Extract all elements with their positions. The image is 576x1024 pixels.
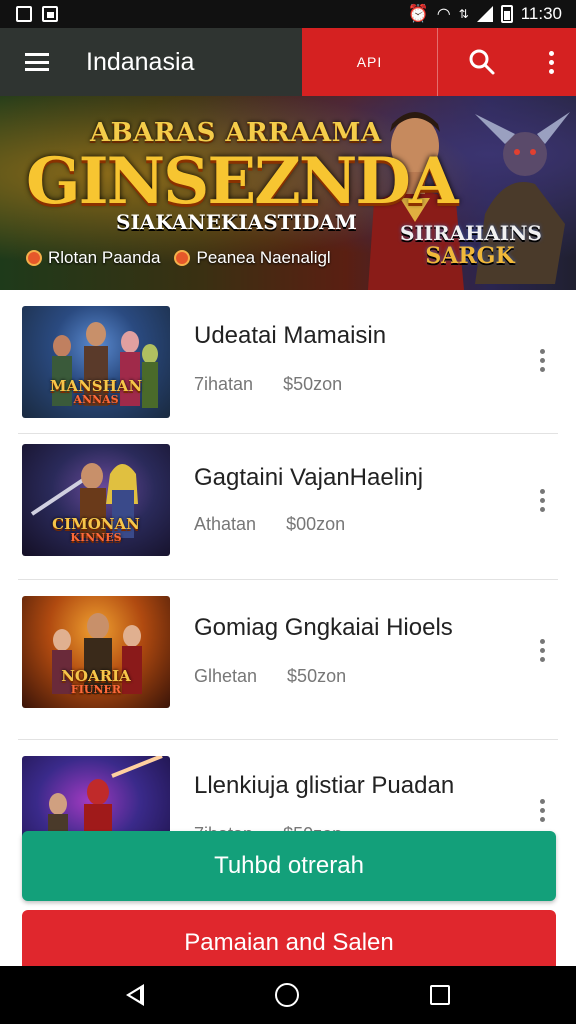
api-button[interactable]: API <box>302 28 438 96</box>
signal-icon <box>476 6 493 22</box>
more-vert-icon <box>539 638 545 662</box>
flame-icon <box>26 250 42 266</box>
list-item[interactable]: CIMONAN KINNES Gagtaini VajanHaelinj Atha… <box>0 434 576 580</box>
system-nav-bar <box>0 966 576 1024</box>
banner-main-title: GINSEZNDA <box>26 144 458 219</box>
game-meta: 7ihatan $50zon <box>194 374 342 395</box>
app-screen: ⏰ ◠ ⇅ 11:30 Indanasia API ABARAS ARRAAMA… <box>0 0 576 1024</box>
game-list: MANSHAN ANNAS Udeatai Mamaisin 7ihatan $5… <box>0 290 576 884</box>
promo-banner[interactable]: ABARAS ARRAAMA GINSEZNDA SIAKANEKIASTIDA… <box>0 96 576 290</box>
meta-time: 7ihatan <box>194 374 254 394</box>
banner-tag-label: Rlotan Paanda <box>48 248 161 267</box>
image-icon <box>42 6 58 22</box>
flame-icon <box>174 250 191 266</box>
status-time: 11:30 <box>520 4 562 23</box>
meta-price: $50zon <box>287 666 347 686</box>
recents-icon[interactable] <box>430 985 451 1005</box>
more-vert-icon <box>539 348 545 372</box>
banner-tag: Peanea Naenaligl <box>174 248 331 268</box>
game-meta: Glhetan $50zon <box>194 666 346 687</box>
item-more-button[interactable] <box>530 632 554 668</box>
back-icon[interactable] <box>125 984 144 1006</box>
banner-logo-line1: SIIRAHAINS <box>400 221 542 245</box>
banner-logo: SIIRAHAINS SARGK <box>400 221 542 269</box>
meta-price: $50zon <box>283 374 343 394</box>
hamburger-menu-icon <box>25 53 49 71</box>
meta-time: Glhetan <box>194 666 258 686</box>
app-title: Indanasia <box>86 47 195 76</box>
meta-price: $00zon <box>286 514 346 534</box>
app-bar-actions: API <box>302 28 576 96</box>
search-icon <box>469 49 495 75</box>
game-title: Udeatai Mamaisin <box>194 322 387 349</box>
game-title: Gagtaini VajanHaelinj <box>194 464 424 491</box>
battery-icon <box>500 5 513 23</box>
app-bar: Indanasia API <box>0 28 576 96</box>
list-item[interactable]: MANSHAN ANNAS Udeatai Mamaisin 7ihatan $5… <box>0 290 576 434</box>
game-title: Llenkiuja glistiar Puadan <box>194 772 455 799</box>
item-more-button[interactable] <box>530 342 554 378</box>
banner-tag: Rlotan Paanda <box>26 248 160 268</box>
item-more-button[interactable] <box>530 792 554 828</box>
more-options-button[interactable] <box>526 28 576 96</box>
game-thumbnail: NOARIA FIUNER <box>22 596 170 708</box>
search-button[interactable] <box>438 28 526 96</box>
data-icon: ⇅ <box>458 7 469 21</box>
banner-tag-label: Peanea Naenaligl <box>196 248 331 267</box>
notification-icon <box>16 6 32 22</box>
meta-time: Athatan <box>194 514 257 534</box>
thumbnail-caption: NOARIA FIUNER <box>61 666 131 697</box>
menu-button[interactable] <box>0 28 74 96</box>
game-thumbnail: MANSHAN ANNAS <box>22 306 170 418</box>
list-item[interactable]: NOARIA FIUNER Gomiag Gngkaiai Hioels Glhe… <box>0 580 576 740</box>
game-meta: Athatan $00zon <box>194 514 345 535</box>
primary-action-button[interactable]: Tuhbd otrerah <box>22 831 556 901</box>
game-thumbnail: CIMONAN KINNES <box>22 444 170 556</box>
game-title: Gomiag Gngkaiai Hioels <box>194 614 453 641</box>
home-icon[interactable] <box>274 983 299 1007</box>
item-more-button[interactable] <box>530 482 554 518</box>
more-vert-icon <box>548 50 554 74</box>
banner-sub-line: SIAKANEKIASTIDAM <box>116 210 357 234</box>
wifi-icon: ◠ <box>436 6 451 23</box>
status-bar: ⏰ ◠ ⇅ 11:30 <box>0 0 576 28</box>
alarm-icon: ⏰ <box>407 4 429 23</box>
thumbnail-caption: MANSHAN ANNAS <box>49 376 143 407</box>
banner-logo-line2: SARGK <box>425 243 515 269</box>
more-vert-icon <box>539 488 545 512</box>
thumbnail-caption: CIMONAN KINNES <box>52 514 140 545</box>
more-vert-icon <box>539 798 545 822</box>
banner-tags: Rlotan Paanda Peanea Naenaligl <box>26 248 331 268</box>
